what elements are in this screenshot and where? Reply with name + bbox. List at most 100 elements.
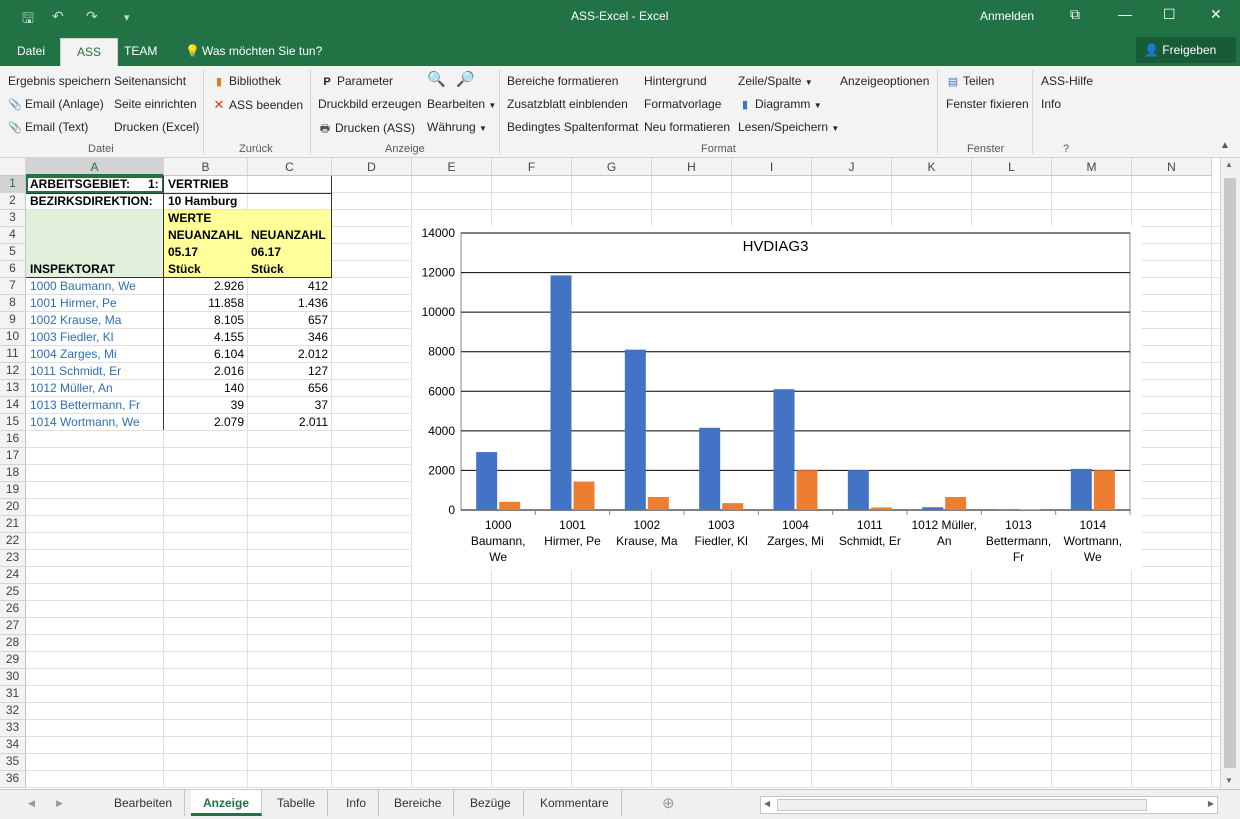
row-header[interactable]: 16 [0,431,26,448]
cell-a6[interactable]: INSPEKTORAT [30,261,115,278]
row-header[interactable]: 12 [0,363,26,380]
row-header[interactable]: 15 [0,414,26,431]
prev-sheet-icon[interactable]: ◀ [28,798,35,809]
column-header[interactable]: A [26,158,164,176]
add-sheet-icon[interactable]: ⊕ [662,794,675,812]
row-header[interactable]: 24 [0,567,26,584]
row-header[interactable]: 6 [0,261,26,278]
row-header[interactable]: 5 [0,244,26,261]
redo-icon[interactable]: ↷ [86,8,98,25]
bibliothek-button[interactable]: ▮ Bibliothek [212,74,281,88]
column-header[interactable]: F [492,158,572,176]
value-cell-c[interactable]: 37 [248,397,332,414]
cell-c5[interactable]: 06.17 [251,244,281,261]
row-header[interactable]: 11 [0,346,26,363]
column-header[interactable]: I [732,158,812,176]
value-cell-c[interactable]: 2.011 [248,414,332,431]
row-header[interactable]: 30 [0,669,26,686]
vertical-scroll-thumb[interactable] [1224,178,1236,768]
value-cell-c[interactable]: 1.436 [248,295,332,312]
row-header[interactable]: 35 [0,754,26,771]
row-header[interactable]: 36 [0,771,26,788]
parameter-button[interactable]: P Parameter [320,74,393,88]
inspektorat-cell[interactable]: 1001 Hirmer, Pe [30,295,117,312]
row-header[interactable]: 8 [0,295,26,312]
lesen-speichern-dropdown[interactable]: Lesen/Speichern ▼ [738,120,839,134]
customize-qat-icon[interactable]: ▾ [124,11,130,24]
sheet-tab[interactable]: Kommentare [528,790,622,816]
row-header[interactable]: 25 [0,584,26,601]
scroll-up-icon[interactable]: ▲ [1225,160,1233,169]
value-cell-c[interactable]: 657 [248,312,332,329]
row-header[interactable]: 13 [0,380,26,397]
signin-link[interactable]: Anmelden [980,9,1034,23]
email-anlage-button[interactable]: 📎 Email (Anlage) [8,97,104,111]
row-header[interactable]: 21 [0,516,26,533]
cell-b1[interactable]: VERTRIEB [168,176,229,193]
row-header[interactable]: 19 [0,482,26,499]
tab-team[interactable]: TEAM [124,44,157,58]
zusatzblatt-button[interactable]: Zusatzblatt einblenden [507,97,628,111]
select-all-corner[interactable] [0,158,26,176]
save-icon[interactable]: 🖫 [22,8,34,32]
zoom-in-icon[interactable]: 🔍 [427,70,446,88]
email-text-button[interactable]: 📎 Email (Text) [8,120,88,134]
waehrung-dropdown[interactable]: Währung ▼ [427,120,487,134]
ergebnis-speichern-button[interactable]: Ergebnis speichern [8,74,111,88]
row-header[interactable]: 4 [0,227,26,244]
value-cell-c[interactable]: 127 [248,363,332,380]
column-header[interactable]: D [332,158,412,176]
row-header[interactable]: 33 [0,720,26,737]
value-cell-b[interactable]: 11.858 [164,295,248,312]
cell-c6[interactable]: Stück [251,261,284,278]
ribbon-display-icon[interactable]: ⧉ [1070,6,1080,23]
row-header[interactable]: 1 [0,176,26,193]
cell-a2[interactable]: BEZIRKSDIREKTION: [30,193,153,210]
value-cell-c[interactable]: 656 [248,380,332,397]
ass-hilfe-button[interactable]: ASS-Hilfe [1041,74,1093,88]
sheet-tab[interactable]: Bearbeiten [102,790,186,816]
drucken-excel-button[interactable]: Drucken (Excel) [114,120,199,134]
collapse-ribbon-icon[interactable]: ▲ [1220,140,1230,151]
inspektorat-cell[interactable]: 1000 Baumann, We [30,278,136,295]
value-cell-b[interactable]: 8.105 [164,312,248,329]
info-button[interactable]: Info [1041,97,1061,111]
column-header[interactable]: G [572,158,652,176]
zoom-out-icon[interactable]: 🔎 [456,70,475,88]
formatvorlage-button[interactable]: Formatvorlage [644,97,721,111]
sheet-tab[interactable]: Bereiche [382,790,455,816]
maximize-button[interactable]: ☐ [1163,6,1176,23]
share-button[interactable]: 👤 Freigeben [1136,37,1236,63]
inspektorat-cell[interactable]: 1011 Schmidt, Er [30,363,121,380]
vertical-scrollbar[interactable]: ▲ ▼ [1220,158,1240,789]
bedingtes-spaltenformat-button[interactable]: Bedingtes Spaltenformat [507,120,638,134]
value-cell-b[interactable]: 140 [164,380,248,397]
inspektorat-cell[interactable]: 1012 Müller, An [30,380,113,397]
minimize-button[interactable]: — [1118,6,1132,22]
diagramm-dropdown[interactable]: ▮ Diagramm ▼ [738,97,822,111]
value-cell-c[interactable]: 2.012 [248,346,332,363]
value-cell-b[interactable]: 2.016 [164,363,248,380]
row-header[interactable]: 31 [0,686,26,703]
row-header[interactable]: 32 [0,703,26,720]
inspektorat-cell[interactable]: 1013 Bettermann, Fr [30,397,140,414]
row-header[interactable]: 20 [0,499,26,516]
inspektorat-cell[interactable]: 1003 Fiedler, Kl [30,329,113,346]
zeile-spalte-dropdown[interactable]: Zeile/Spalte ▼ [738,74,813,88]
neu-formatieren-button[interactable]: Neu formatieren [644,120,730,134]
druckbild-button[interactable]: Druckbild erzeugen [318,97,421,111]
value-cell-b[interactable]: 4.155 [164,329,248,346]
cell-b2[interactable]: 10 Hamburg [168,193,237,210]
tab-ass[interactable]: ASS [60,38,119,66]
column-header[interactable]: H [652,158,732,176]
horizontal-scrollbar[interactable]: ◀ ▶ [760,796,1218,814]
row-header[interactable]: 9 [0,312,26,329]
hintergrund-button[interactable]: Hintergrund [644,74,707,88]
inspektorat-cell[interactable]: 1004 Zarges, Mi [30,346,117,363]
row-header[interactable]: 18 [0,465,26,482]
value-cell-b[interactable]: 39 [164,397,248,414]
close-button[interactable]: ✕ [1210,6,1222,23]
cell-b6[interactable]: Stück [168,261,201,278]
drucken-ass-button[interactable]: 🖶 Drucken (ASS) [318,120,415,139]
cell-c4[interactable]: NEUANZAHL [251,227,326,244]
